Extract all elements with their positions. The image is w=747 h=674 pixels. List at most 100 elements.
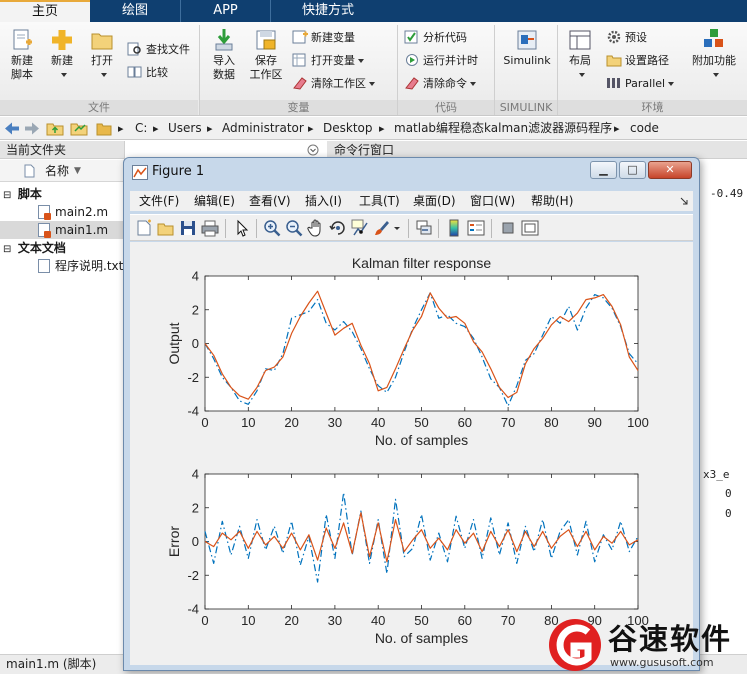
path-segment-users[interactable]: Users <box>168 117 202 140</box>
clear-workspace-icon <box>293 77 307 90</box>
clear-commands-caret[interactable] <box>470 82 476 86</box>
layout-dropdown-caret[interactable] <box>578 73 585 77</box>
command-output-value: 0 <box>725 507 732 520</box>
x-tick-label: 0 <box>201 415 208 430</box>
new-plus-icon <box>52 30 72 50</box>
tab-plots[interactable]: 绘图 <box>90 0 180 22</box>
figure-title-bar[interactable]: Figure 1 ▁ □ ✕ <box>124 158 699 186</box>
browse-folder-icon[interactable] <box>70 121 88 136</box>
y-axis-label: Error <box>166 526 182 557</box>
hide-plot-tools-icon[interactable] <box>499 219 517 237</box>
clear-commands-button[interactable]: 清除命令 <box>404 74 476 94</box>
open-button[interactable]: 打开 <box>84 28 120 82</box>
figure-window[interactable]: Figure 1 ▁ □ ✕ 文件(F) 编辑(E) 查看(V) 插入(I) 工… <box>123 157 700 671</box>
menu-desktop[interactable]: 桌面(D) <box>413 191 456 211</box>
txt-file-icon <box>38 259 50 273</box>
open-variable-caret[interactable] <box>358 59 364 63</box>
layout-button[interactable]: 布局 <box>562 28 598 82</box>
panel-menu-icon[interactable] <box>307 144 319 156</box>
path-separator: ▸ <box>118 122 124 135</box>
zoom-in-icon[interactable] <box>263 219 281 237</box>
find-files-button[interactable]: 查找文件 <box>127 40 190 60</box>
command-output-label: x3_e <box>703 468 730 481</box>
new-dropdown-caret[interactable] <box>60 73 67 77</box>
menu-insert[interactable]: 插入(I) <box>305 191 342 211</box>
menu-dock-arrow-icon[interactable] <box>680 197 688 205</box>
back-arrow-icon[interactable] <box>4 121 20 136</box>
up-folder-icon[interactable] <box>46 121 64 136</box>
compare-button[interactable]: 比较 <box>127 63 168 83</box>
menu-tools[interactable]: 工具(T) <box>359 191 400 211</box>
clear-workspace-button[interactable]: 清除工作区 <box>292 74 375 94</box>
zoom-out-icon[interactable] <box>285 219 303 237</box>
tree-group-scripts[interactable]: ⊟ 脚本 <box>0 185 125 203</box>
show-plot-tools-icon[interactable] <box>521 219 539 237</box>
code-group-label: 代码 <box>398 100 494 115</box>
menu-help[interactable]: 帮助(H) <box>531 191 573 211</box>
run-and-time-button[interactable]: 运行并计时 <box>404 51 478 71</box>
maximize-button[interactable]: □ <box>619 161 646 179</box>
rotate-3d-icon[interactable] <box>329 219 347 237</box>
addons-button[interactable]: 附加功能 <box>686 28 742 82</box>
open-variable-button[interactable]: 打开变量 <box>292 51 364 71</box>
open-dropdown-caret[interactable] <box>100 73 107 77</box>
sort-indicator-icon[interactable]: ▼ <box>74 160 81 182</box>
m-file-icon <box>38 205 51 220</box>
save-icon[interactable] <box>179 219 197 237</box>
menu-edit[interactable]: 编辑(E) <box>194 191 235 211</box>
forward-arrow-icon[interactable] <box>24 121 40 136</box>
colorbar-icon[interactable] <box>445 219 463 237</box>
import-data-button[interactable]: 导入 数据 <box>204 28 244 82</box>
new-button[interactable]: 新建 <box>44 28 80 82</box>
preferences-button[interactable]: 预设 <box>606 28 647 48</box>
new-variable-button[interactable]: 新建变量 <box>292 28 355 48</box>
path-segment-administrator[interactable]: Administrator <box>222 117 304 140</box>
parallel-button[interactable]: Parallel <box>606 74 675 94</box>
path-separator: ▸ <box>308 122 314 135</box>
name-column-header[interactable]: 名称 ▼ <box>0 160 124 182</box>
path-segment-project[interactable]: matlab编程稳态kalman滤波器源码程序 <box>394 117 612 140</box>
simulink-label: Simulink <box>503 54 551 67</box>
file-item-main1[interactable]: main1.m <box>0 221 125 239</box>
menu-view[interactable]: 查看(V) <box>249 191 291 211</box>
file-item-readme[interactable]: 程序说明.txt <box>0 257 125 275</box>
x-tick-label: 80 <box>544 415 558 430</box>
pointer-icon[interactable] <box>233 219 251 237</box>
simulink-button[interactable]: Simulink <box>500 28 554 68</box>
open-file-icon[interactable] <box>157 219 175 237</box>
print-icon[interactable] <box>201 219 219 237</box>
save-workspace-button[interactable]: 保存 工作区 <box>246 28 286 82</box>
set-path-icon <box>606 55 622 67</box>
figure-canvas[interactable]: 0 10 20 30 40 50 60 70 80 90 100 -4 -2 0 2 4 Kalman filt… <box>130 242 693 665</box>
menu-file[interactable]: 文件(F) <box>139 191 179 211</box>
brush-icon[interactable] <box>373 219 391 237</box>
new-figure-icon[interactable] <box>135 219 153 237</box>
watermark-brand: 谷速软件 <box>608 622 733 656</box>
path-segment-desktop[interactable]: Desktop <box>323 117 373 140</box>
save-workspace-icon <box>256 30 276 50</box>
menu-window[interactable]: 窗口(W) <box>470 191 515 211</box>
link-plot-icon[interactable] <box>415 219 433 237</box>
find-files-label: 查找文件 <box>146 43 190 56</box>
simulink-group-label: SIMULINK <box>495 100 557 115</box>
tab-home[interactable]: 主页 <box>0 0 90 22</box>
new-script-button[interactable]: 新建 脚本 <box>4 28 40 82</box>
parallel-label: Parallel <box>625 77 666 90</box>
legend-icon[interactable] <box>467 219 485 237</box>
tree-group-text-docs[interactable]: ⊟ 文本文档 <box>0 239 125 257</box>
clear-workspace-caret[interactable] <box>369 82 375 86</box>
file-item-main2[interactable]: main2.m <box>0 203 125 221</box>
set-path-button[interactable]: 设置路径 <box>606 51 669 71</box>
tab-apps[interactable]: APP <box>180 0 270 22</box>
path-segment-code[interactable]: code <box>630 117 659 140</box>
tab-shortcuts[interactable]: 快捷方式 <box>270 0 385 22</box>
pan-hand-icon[interactable] <box>307 219 325 237</box>
path-segment-drive[interactable]: C: <box>135 117 147 140</box>
brush-dropdown-icon[interactable] <box>393 219 401 237</box>
minimize-button[interactable]: ▁ <box>590 161 617 179</box>
close-button[interactable]: ✕ <box>648 161 692 179</box>
addons-dropdown-caret[interactable] <box>712 73 719 77</box>
analyze-code-button[interactable]: 分析代码 <box>404 28 467 48</box>
parallel-caret[interactable] <box>668 82 675 86</box>
data-cursor-icon[interactable] <box>351 219 369 237</box>
